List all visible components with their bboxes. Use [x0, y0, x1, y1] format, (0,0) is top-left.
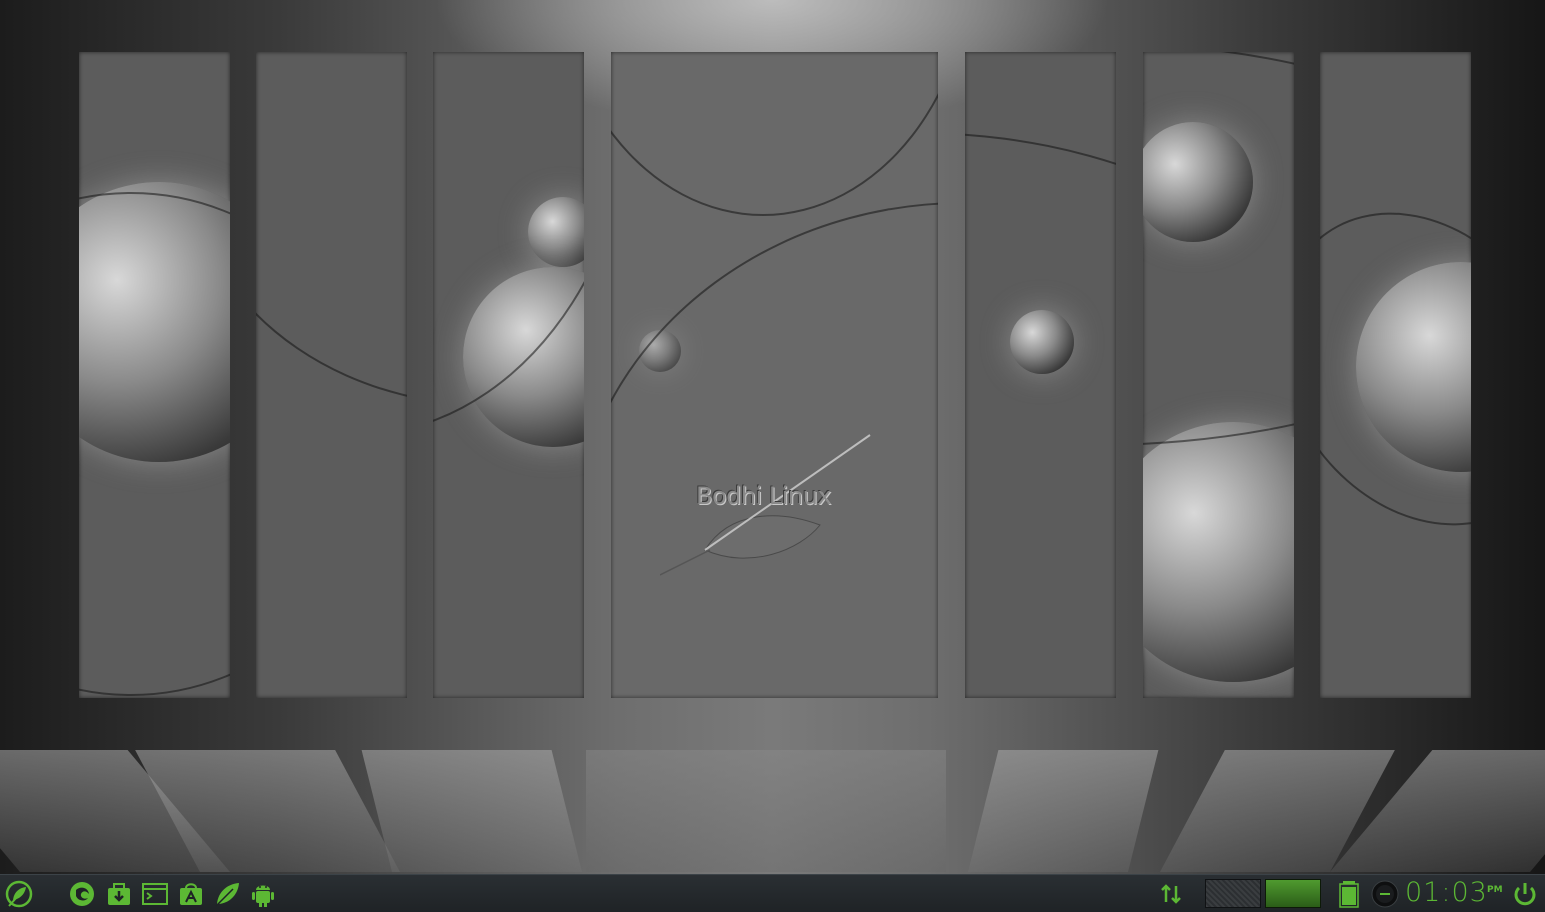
android-icon[interactable] [248, 879, 278, 909]
firefox-icon[interactable] [67, 879, 97, 909]
desktop-wallpaper: Bodhi Linux [0, 0, 1545, 874]
battery-icon[interactable] [1334, 879, 1364, 909]
network-updown-icon[interactable] [1156, 879, 1186, 909]
bodhi-linux-watermark: Bodhi Linux [696, 482, 832, 510]
pager-desktop-1[interactable] [1205, 879, 1261, 908]
wallpaper-panel-center [611, 52, 938, 698]
clock-ampm: PM [1487, 885, 1503, 895]
wallpaper-panel-7 [1320, 52, 1471, 698]
menu-leaf-icon[interactable] [4, 879, 34, 909]
bodhi-leaf-logo [660, 434, 871, 576]
clock-time[interactable]: 01:03 [1405, 874, 1488, 911]
pager-desktop-2-active[interactable] [1265, 879, 1321, 908]
install-icon[interactable] [104, 879, 134, 909]
app-center-icon[interactable] [176, 879, 206, 909]
reflection-5 [968, 750, 1159, 872]
terminal-icon[interactable] [140, 879, 170, 909]
taskbar [0, 874, 1545, 912]
reflection-center [586, 750, 946, 872]
reflection-3 [361, 750, 582, 872]
wallpaper-panel-1 [79, 52, 230, 698]
wallpaper-panel-3 [433, 52, 584, 698]
wallpaper-panel-2 [256, 52, 407, 698]
mixer-knob-icon[interactable] [1370, 879, 1400, 909]
wallpaper-panel-5 [965, 52, 1116, 698]
power-icon[interactable] [1510, 879, 1540, 909]
leaf-icon[interactable] [212, 879, 242, 909]
wallpaper-panel-6 [1143, 52, 1294, 698]
